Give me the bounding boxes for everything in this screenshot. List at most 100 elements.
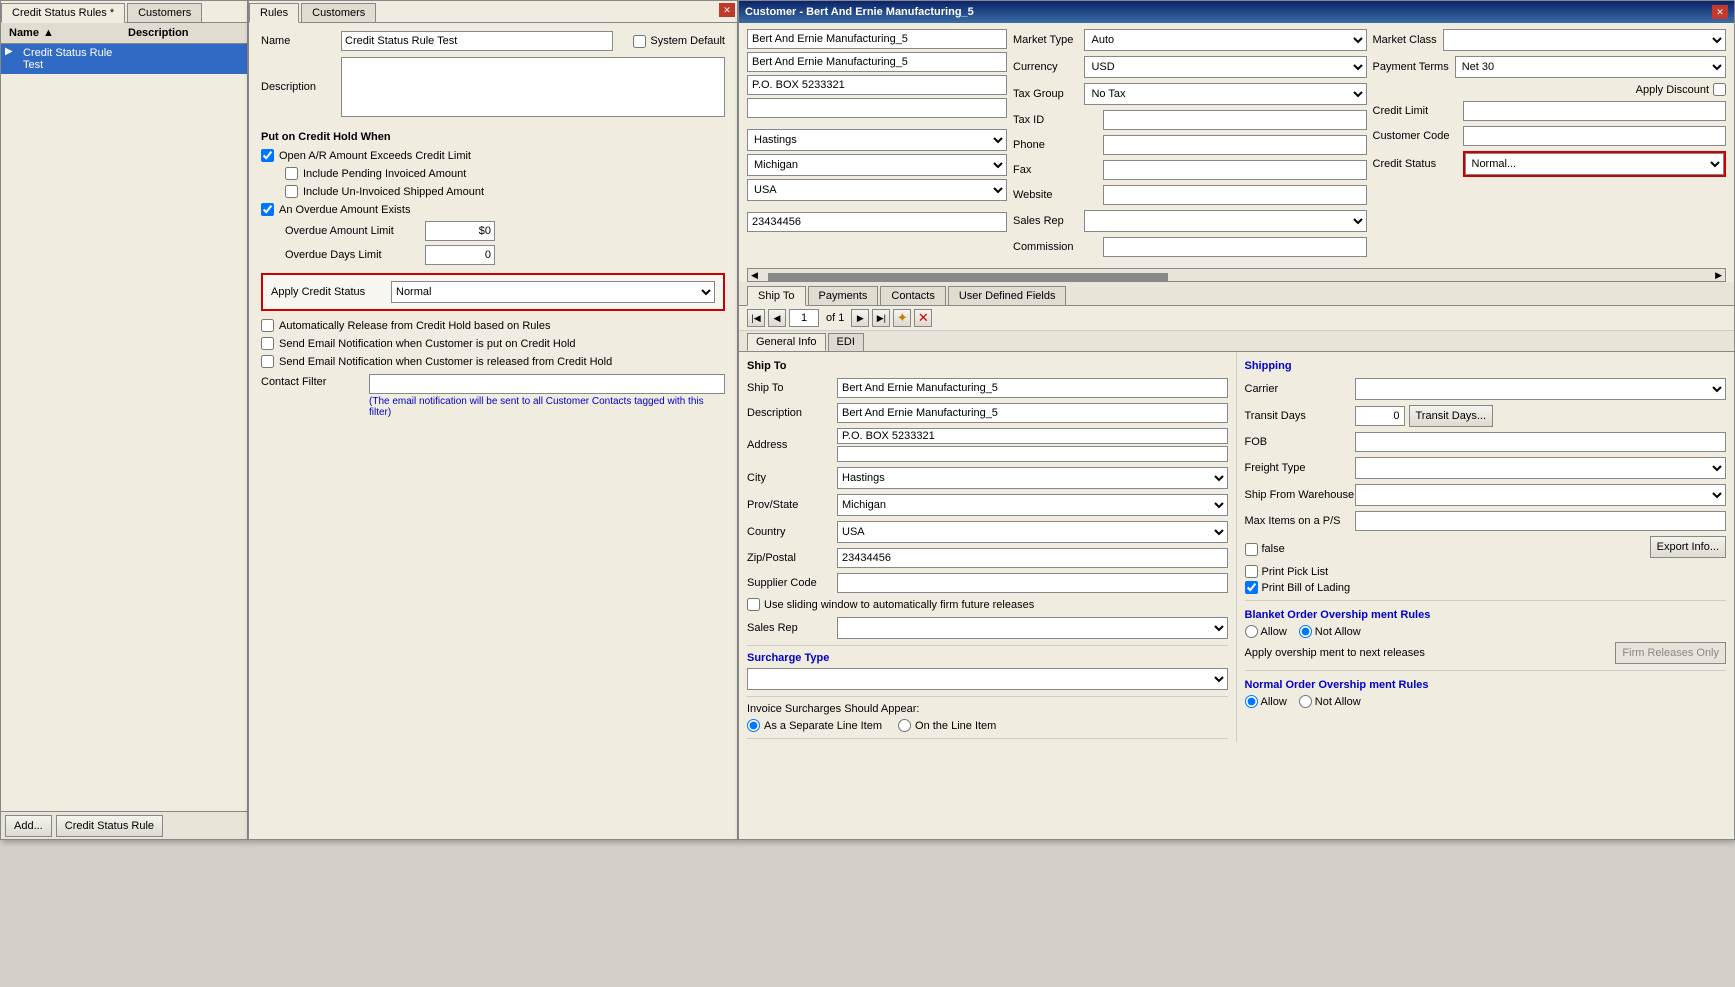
currency-select[interactable]: USD [1084, 56, 1366, 78]
nav-prev-btn[interactable]: ◀ [768, 309, 786, 327]
customer-middle-col: Market Type Auto Currency USD Tax Group … [1013, 29, 1367, 262]
add-credit-status-rule-button[interactable]: Credit Status Rule [56, 815, 163, 837]
fax-input[interactable] [1103, 160, 1367, 180]
contact-filter-input[interactable] [369, 374, 725, 394]
tax-id-input[interactable] [1103, 110, 1367, 130]
ship-from-warehouse-select[interactable] [1355, 484, 1727, 506]
open-ar-checkbox[interactable] [261, 149, 274, 162]
overdue-days-limit-input[interactable] [425, 245, 495, 265]
blanket-allow-input[interactable] [1245, 625, 1258, 638]
customer-code-input[interactable] [1463, 126, 1727, 146]
ship-to-desc-row: Description [747, 403, 1228, 423]
tab-credit-status-rules[interactable]: Credit Status Rules * [1, 3, 125, 23]
market-type-select[interactable]: Auto [1084, 29, 1366, 51]
print-pick-list-checkbox[interactable] [1245, 565, 1258, 578]
blanket-radio-row: Allow Not Allow [1245, 625, 1727, 638]
tab-contacts[interactable]: Contacts [880, 286, 945, 305]
customer-close-button[interactable]: ✕ [1712, 5, 1728, 19]
ship-to-supplier-input[interactable] [837, 573, 1228, 593]
website-input[interactable] [1103, 185, 1367, 205]
export-info-btn[interactable]: Export Info... [1650, 536, 1726, 558]
address1-input[interactable] [747, 75, 1007, 95]
sliding-window-checkbox[interactable] [747, 598, 760, 611]
sub-tab-edi[interactable]: EDI [828, 333, 864, 351]
overdue-amount-limit-input[interactable] [425, 221, 495, 241]
sales-rep-select[interactable] [1084, 210, 1366, 232]
firm-releases-btn[interactable]: Firm Releases Only [1615, 642, 1726, 664]
market-class-select[interactable] [1443, 29, 1726, 51]
close-button[interactable]: ✕ [719, 3, 735, 17]
tab-customers-middle[interactable]: Customers [301, 3, 376, 22]
print-export-checkbox[interactable] [1245, 543, 1258, 556]
nav-next-btn[interactable]: ▶ [851, 309, 869, 327]
name-input[interactable] [341, 31, 613, 51]
apply-credit-status-select[interactable]: Normal Hold Warning [391, 281, 715, 303]
system-default-checkbox[interactable] [633, 35, 646, 48]
shipping-title: Shipping [1245, 360, 1727, 372]
include-uninvoiced-checkbox[interactable] [285, 185, 298, 198]
credit-limit-input[interactable] [1463, 101, 1727, 121]
fob-input[interactable] [1355, 432, 1727, 452]
name1-input[interactable] [747, 29, 1007, 49]
surcharge-type-select[interactable] [747, 668, 1228, 690]
ship-to-zip-input[interactable] [837, 548, 1228, 568]
tab-customers-left[interactable]: Customers [127, 3, 202, 22]
tax-group-select[interactable]: No Tax [1084, 83, 1366, 105]
address2-input[interactable] [747, 98, 1007, 118]
nav-last-btn[interactable]: ▶| [872, 309, 890, 327]
tab-payments[interactable]: Payments [808, 286, 879, 305]
email-on-hold-checkbox[interactable] [261, 337, 274, 350]
commission-input[interactable] [1103, 237, 1367, 257]
nav-first-btn[interactable]: |◀ [747, 309, 765, 327]
invoice-radio-line-input[interactable] [898, 719, 911, 732]
transit-days-row: Transit Days Transit Days... [1245, 405, 1727, 427]
auto-release-checkbox[interactable] [261, 319, 274, 332]
tab-user-defined[interactable]: User Defined Fields [948, 286, 1067, 305]
city-select[interactable]: Hastings [747, 129, 1007, 151]
contact-filter-area: (The email notification will be sent to … [369, 374, 725, 418]
list-item[interactable]: ▶ Credit Status Rule Test [1, 44, 247, 74]
print-bill-checkbox[interactable] [1245, 581, 1258, 594]
horizontal-scrollbar[interactable]: ◀ ▶ [747, 268, 1726, 282]
ship-to-city-select[interactable]: Hastings [837, 467, 1228, 489]
state-select[interactable]: Michigan [747, 154, 1007, 176]
ship-to-country-select[interactable]: USA [837, 521, 1228, 543]
country-select[interactable]: USA [747, 179, 1007, 201]
ship-to-state-select[interactable]: Michigan [837, 494, 1228, 516]
normal-not-allow-input[interactable] [1299, 695, 1312, 708]
invoice-radio-separate-input[interactable] [747, 719, 760, 732]
overdue-amount-checkbox[interactable] [261, 203, 274, 216]
add-button[interactable]: Add... [5, 815, 52, 837]
desc-input[interactable] [341, 57, 725, 117]
tab-rules[interactable]: Rules [249, 3, 299, 23]
scroll-left-btn[interactable]: ◀ [748, 270, 761, 281]
blanket-not-allow-input[interactable] [1299, 625, 1312, 638]
ship-to-sales-rep-select[interactable] [837, 617, 1228, 639]
credit-status-select[interactable]: Normal... [1465, 153, 1725, 175]
name2-input[interactable] [747, 52, 1007, 72]
transit-days-btn[interactable]: Transit Days... [1409, 405, 1494, 427]
nav-add-btn[interactable]: ✦ [893, 309, 911, 327]
payment-terms-select[interactable]: Net 30 [1455, 56, 1726, 78]
phone-input[interactable] [1103, 135, 1367, 155]
nav-delete-btn[interactable]: ✕ [914, 309, 932, 327]
ship-to-desc-input[interactable] [837, 403, 1228, 423]
normal-allow-input[interactable] [1245, 695, 1258, 708]
nav-current-input[interactable] [789, 309, 819, 327]
transit-days-input[interactable] [1355, 406, 1405, 426]
ship-to-name-input[interactable] [837, 378, 1228, 398]
tab-ship-to[interactable]: Ship To [747, 286, 806, 306]
max-items-input[interactable] [1355, 511, 1727, 531]
email-on-release-checkbox[interactable] [261, 355, 274, 368]
scroll-right-btn[interactable]: ▶ [1712, 270, 1725, 281]
apply-discount-checkbox[interactable] [1713, 83, 1726, 96]
include-pending-checkbox[interactable] [285, 167, 298, 180]
sub-tab-general-info[interactable]: General Info [747, 333, 826, 351]
ship-to-address1-input[interactable] [837, 428, 1228, 444]
ship-to-address2-input[interactable] [837, 446, 1228, 462]
customer-id-input[interactable] [747, 212, 1007, 232]
normal-radio-row: Allow Not Allow [1245, 695, 1727, 708]
name-section: Name System Default Description [249, 23, 737, 131]
freight-type-select[interactable] [1355, 457, 1727, 479]
carrier-select[interactable] [1355, 378, 1727, 400]
